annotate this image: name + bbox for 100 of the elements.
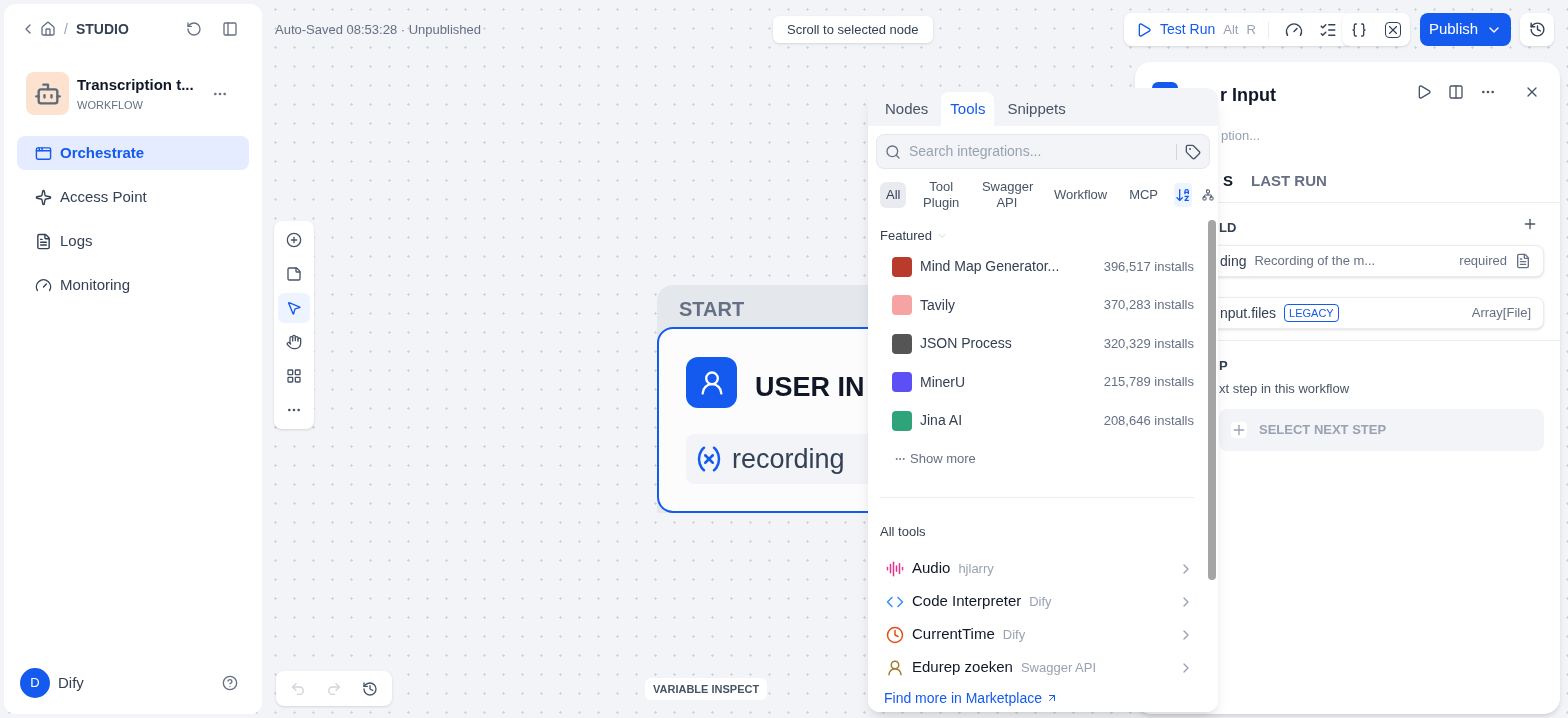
tool-author: Dify xyxy=(1002,625,1027,644)
tool-list-item[interactable]: Edurep zoeken Swagger API xyxy=(880,651,1194,684)
variable-box-icon[interactable] xyxy=(1385,21,1401,38)
next-step-title: P xyxy=(1219,357,1228,375)
tool-name: JSON Process xyxy=(920,334,1013,353)
required-label: required xyxy=(1459,252,1507,271)
filter-tab[interactable]: Swagger API xyxy=(975,179,1038,211)
all-tools-heading: All tools xyxy=(880,522,927,541)
breadcrumb-separator: / xyxy=(64,20,68,39)
search-icon xyxy=(885,143,901,160)
publish-button[interactable]: Publish xyxy=(1420,13,1511,46)
tool-logo-icon xyxy=(892,295,912,315)
field-description: Recording of the m... xyxy=(1254,252,1376,271)
tool-list-item[interactable]: Code Interpreter Dify xyxy=(880,585,1194,618)
search-field[interactable]: Search integrations... xyxy=(876,134,1210,169)
sort-icon xyxy=(1175,187,1191,203)
tool-logo-icon xyxy=(892,372,912,392)
sort-button[interactable] xyxy=(1174,183,1192,207)
run-history-icon[interactable] xyxy=(1284,20,1303,39)
tool-name: Jina AI xyxy=(920,411,964,430)
node-title: USER IN xyxy=(755,371,865,404)
tool-icon xyxy=(886,658,904,677)
redo-icon xyxy=(326,680,342,697)
node-header: START xyxy=(679,297,745,322)
tool-icon xyxy=(886,625,904,644)
next-step-hint: xt step in this workflow xyxy=(1219,380,1350,398)
nav-item[interactable]: Monitoring xyxy=(17,268,249,302)
nav-item[interactable]: Access Point xyxy=(17,180,249,214)
tool-logo-icon xyxy=(892,333,912,354)
run-icon[interactable] xyxy=(1416,84,1432,100)
install-count: 208,646 installs xyxy=(1103,411,1194,430)
filter-tab[interactable]: MCP xyxy=(1123,187,1165,203)
nav-icon xyxy=(35,144,52,162)
variable-name: recording xyxy=(732,442,845,476)
tool-list-item[interactable]: CurrentTime Dify xyxy=(880,618,1194,651)
field-name: ding xyxy=(1220,251,1247,271)
nav-item[interactable]: Logs xyxy=(17,224,249,258)
variable-inspect-button[interactable]: VARIABLE INSPECT xyxy=(645,678,768,700)
user-avatar[interactable]: D xyxy=(20,668,50,698)
tool-name: Edurep zoeken xyxy=(912,657,1013,678)
tree-view-icon[interactable] xyxy=(1202,187,1214,203)
play-icon xyxy=(1136,21,1152,38)
section-title: LD xyxy=(1219,219,1237,237)
home-icon[interactable] xyxy=(40,21,56,37)
tool-author: Dify xyxy=(1029,592,1053,611)
env-icon[interactable] xyxy=(1351,21,1367,38)
install-count: 320,329 installs xyxy=(1103,334,1194,353)
test-run-button[interactable]: Test Run xyxy=(1136,19,1216,40)
nav-icon xyxy=(35,276,52,294)
tool-name: Mind Map Generator... xyxy=(920,257,1061,276)
tool-list-item[interactable]: Audio hjlarry xyxy=(880,552,1194,585)
tool-logo-icon xyxy=(892,410,912,431)
tool-logo-icon xyxy=(892,256,912,277)
add-icon xyxy=(286,232,302,248)
user-input-node-icon xyxy=(686,357,737,408)
nav-icon xyxy=(35,188,52,206)
picker-tab[interactable]: Tools xyxy=(941,92,995,126)
tool-name: Tavily xyxy=(920,295,956,315)
tool-name: MinerU xyxy=(920,372,967,392)
filter-tab[interactable]: All xyxy=(880,182,907,208)
filter-tab[interactable]: Tool Plugin xyxy=(916,179,966,211)
tool-name: Code Interpreter xyxy=(912,591,1022,612)
field-name: nput.files xyxy=(1220,303,1277,323)
sync-icon[interactable] xyxy=(186,21,202,37)
add-icon[interactable] xyxy=(1522,216,1538,232)
tool-author: Swagger API xyxy=(1020,658,1098,677)
search-input[interactable]: Search integrations... xyxy=(909,141,1168,162)
help-icon[interactable] xyxy=(222,675,238,691)
install-count: 215,789 installs xyxy=(1103,373,1194,392)
app-name: Transcription t... xyxy=(77,75,195,95)
marketplace-link[interactable]: Find more in Marketplace xyxy=(884,687,1058,709)
field-type: Array[File] xyxy=(1471,304,1531,323)
tool-icon xyxy=(886,559,904,578)
picker-tab[interactable]: Nodes xyxy=(876,92,938,126)
picker-tab[interactable]: Snippets xyxy=(998,92,1075,126)
app-type: WORKFLOW xyxy=(77,97,144,113)
save-status: Auto-Saved 08:53:28 · Unpublished xyxy=(275,21,481,39)
sidebar-toggle-icon[interactable] xyxy=(222,21,238,37)
tool-author: hjlarry xyxy=(958,559,995,578)
text-type-icon xyxy=(1515,253,1531,269)
blocks-icon xyxy=(286,368,302,384)
breadcrumb-section[interactable]: STUDIO xyxy=(75,18,129,40)
tag-icon[interactable] xyxy=(1185,143,1201,160)
panel-tab[interactable]: LAST RUN xyxy=(1251,170,1327,193)
filter-tab[interactable]: Workflow xyxy=(1047,187,1114,203)
history-icon xyxy=(362,680,378,697)
tool-name: CurrentTime xyxy=(912,624,995,645)
nav-icon xyxy=(35,232,52,250)
nav-item[interactable]: Orchestrate xyxy=(17,136,249,170)
scroll-to-node-button[interactable]: Scroll to selected node xyxy=(773,16,933,43)
pointer-tool-button[interactable] xyxy=(278,293,310,323)
tool-name: Audio xyxy=(912,558,951,579)
version-history-button[interactable] xyxy=(1520,13,1554,46)
panel-tab[interactable]: S xyxy=(1223,170,1233,193)
panel-title: r Input xyxy=(1220,84,1276,107)
hand-icon xyxy=(286,334,302,350)
plus-icon xyxy=(1231,422,1247,438)
user-name: Dify xyxy=(58,672,85,693)
featured-heading: Featured xyxy=(880,226,933,245)
note-icon xyxy=(286,266,302,282)
